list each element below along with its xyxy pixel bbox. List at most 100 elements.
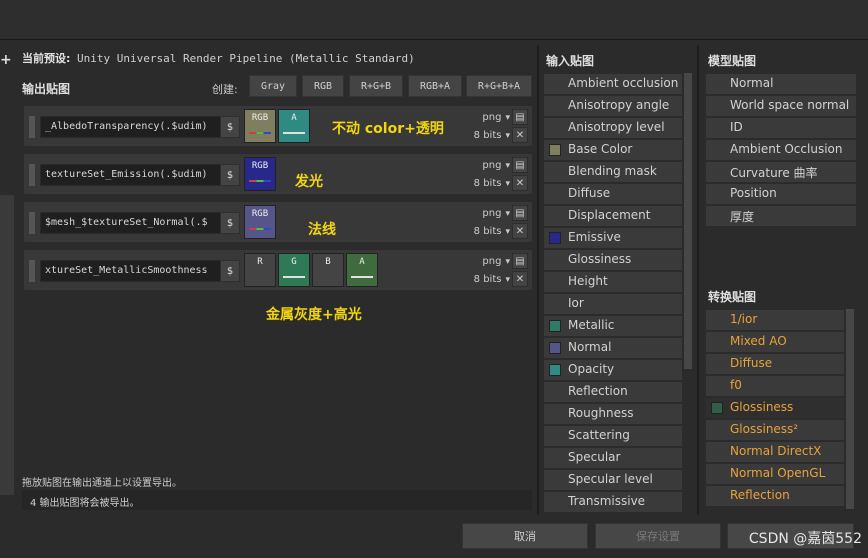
bit-depth-select[interactable]: 8 bits ▾	[474, 178, 510, 189]
left-scroll-strip[interactable]	[0, 195, 14, 495]
input-map-item[interactable]: Glossiness	[544, 250, 682, 270]
input-map-item[interactable]: Base Color	[544, 140, 682, 160]
convert-map-item[interactable]: Glossiness²	[706, 420, 844, 440]
variable-button[interactable]: $	[220, 164, 240, 186]
output-map-row[interactable]: _AlbedoTransparency(.$udim) $ RGB Apng ▾ 8 bi…	[24, 106, 532, 146]
save-settings-button[interactable]: 保存设置	[595, 523, 721, 549]
model-map-item[interactable]: Normal	[706, 74, 856, 94]
file-icon[interactable]: ▤	[512, 157, 528, 173]
format-select[interactable]: png ▾	[482, 112, 510, 123]
convert-map-item[interactable]: 1/ior	[706, 310, 844, 330]
cancel-button[interactable]: 取消	[462, 523, 588, 549]
convert-map-label: Glossiness	[730, 400, 794, 414]
output-name-field[interactable]: _AlbedoTransparency(.$udim)	[40, 116, 236, 138]
bit-depth-select[interactable]: 8 bits ▾	[474, 130, 510, 141]
export-status: 4 输出贴图将会被导出。	[22, 490, 532, 510]
bit-depth-select[interactable]: 8 bits ▾	[474, 274, 510, 285]
close-icon[interactable]: ✕	[512, 223, 528, 239]
variable-button[interactable]: $	[220, 260, 240, 282]
channel-slot[interactable]: RGB	[244, 157, 276, 191]
create-button[interactable]: RGB	[302, 75, 344, 97]
convert-map-item[interactable]: Glossiness	[706, 398, 844, 418]
output-name-field[interactable]: $mesh_$textureSet_Normal(.$	[40, 212, 236, 234]
variable-button[interactable]: $	[220, 116, 240, 138]
input-scrollbar[interactable]	[684, 73, 692, 369]
input-map-item[interactable]: Reflection	[544, 382, 682, 402]
input-map-label: Normal	[568, 340, 612, 354]
convert-map-label: Diffuse	[730, 356, 773, 370]
drag-handle[interactable]	[29, 260, 35, 282]
model-map-item[interactable]: Position	[706, 184, 856, 204]
output-name-field[interactable]: textureSet_Emission(.$udim)	[40, 164, 236, 186]
input-map-item[interactable]: Specular level	[544, 470, 682, 490]
channel-slot[interactable]: R	[244, 253, 276, 287]
file-icon[interactable]: ▤	[512, 205, 528, 221]
variable-button[interactable]: $	[220, 212, 240, 234]
input-map-item[interactable]: Normal	[544, 338, 682, 358]
chevron-down-icon: ▾	[505, 209, 510, 219]
input-map-item[interactable]: Scattering	[544, 426, 682, 446]
file-icon[interactable]: ▤	[512, 109, 528, 125]
convert-scrollbar[interactable]	[846, 309, 854, 509]
channel-bar	[249, 180, 271, 182]
create-button[interactable]: RGB+A	[408, 75, 462, 97]
channel-slot[interactable]: A	[278, 109, 310, 143]
input-map-item[interactable]: Ior	[544, 294, 682, 314]
format-select[interactable]: png ▾	[482, 160, 510, 171]
convert-map-item[interactable]: Mixed AO	[706, 332, 844, 352]
model-map-item[interactable]: World space normal	[706, 96, 856, 116]
input-map-item[interactable]: Specular	[544, 448, 682, 468]
input-map-item[interactable]: Height	[544, 272, 682, 292]
input-map-item[interactable]: Metallic	[544, 316, 682, 336]
input-map-item[interactable]: Anisotropy level	[544, 118, 682, 138]
channel-label: RGB	[251, 113, 269, 123]
input-map-item[interactable]: Displacement	[544, 206, 682, 226]
format-select[interactable]: png ▾	[482, 256, 510, 267]
output-map-row[interactable]: textureSet_Emission(.$udim) $ RGB png ▾ 8 bit…	[24, 154, 532, 194]
convert-map-item[interactable]: Diffuse	[706, 354, 844, 374]
channel-label: RGB	[251, 209, 269, 219]
input-map-item[interactable]: Anisotropy angle	[544, 96, 682, 116]
input-map-item[interactable]: Roughness	[544, 404, 682, 424]
convert-map-item[interactable]: Reflection	[706, 486, 844, 506]
model-map-item[interactable]: 厚度	[706, 206, 856, 226]
preset-label: 当前预设:	[22, 52, 71, 65]
output-map-row[interactable]: $mesh_$textureSet_Normal(.$ $ RGB png ▾ 8 bit…	[24, 202, 532, 242]
input-map-item[interactable]: Blending mask	[544, 162, 682, 182]
convert-map-item[interactable]: Normal OpenGL	[706, 464, 844, 484]
model-map-item[interactable]: ID	[706, 118, 856, 138]
channel-slot[interactable]: RGB	[244, 109, 276, 143]
file-icon[interactable]: ▤	[512, 253, 528, 269]
annotation-text: 金属灰度+高光	[266, 307, 362, 323]
chevron-down-icon: ▾	[505, 113, 510, 123]
create-button[interactable]: R+G+B+A	[466, 75, 532, 97]
panel-divider	[537, 45, 539, 515]
drag-handle[interactable]	[29, 164, 35, 186]
drag-handle[interactable]	[29, 116, 35, 138]
format-select[interactable]: png ▾	[482, 208, 510, 219]
input-map-item[interactable]: Ambient occlusion	[544, 74, 682, 94]
channel-slot[interactable]: G	[278, 253, 310, 287]
convert-map-item[interactable]: f0	[706, 376, 844, 396]
input-map-label: Specular level	[568, 472, 653, 486]
channel-slot[interactable]: A	[346, 253, 378, 287]
create-button[interactable]: Gray	[249, 75, 297, 97]
input-map-item[interactable]: Transmissive	[544, 492, 682, 512]
input-map-item[interactable]: Diffuse	[544, 184, 682, 204]
convert-map-item[interactable]: Normal DirectX	[706, 442, 844, 462]
output-name-field[interactable]: xtureSet_MetallicSmoothness	[40, 260, 236, 282]
bit-depth-select[interactable]: 8 bits ▾	[474, 226, 510, 237]
create-button[interactable]: R+G+B	[349, 75, 403, 97]
close-icon[interactable]: ✕	[512, 175, 528, 191]
close-icon[interactable]: ✕	[512, 127, 528, 143]
input-map-item[interactable]: Opacity	[544, 360, 682, 380]
channel-slot[interactable]: RGB	[244, 205, 276, 239]
close-icon[interactable]: ✕	[512, 271, 528, 287]
model-map-item[interactable]: Ambient Occlusion	[706, 140, 856, 160]
channel-slot[interactable]: B	[312, 253, 344, 287]
model-map-item[interactable]: Curvature 曲率	[706, 162, 856, 182]
drag-handle[interactable]	[29, 212, 35, 234]
add-icon[interactable]: +	[0, 52, 12, 68]
output-map-row[interactable]: xtureSet_MetallicSmoothness $ R G B Apng ▾ 8 bi…	[24, 250, 532, 290]
input-map-item[interactable]: Emissive	[544, 228, 682, 248]
